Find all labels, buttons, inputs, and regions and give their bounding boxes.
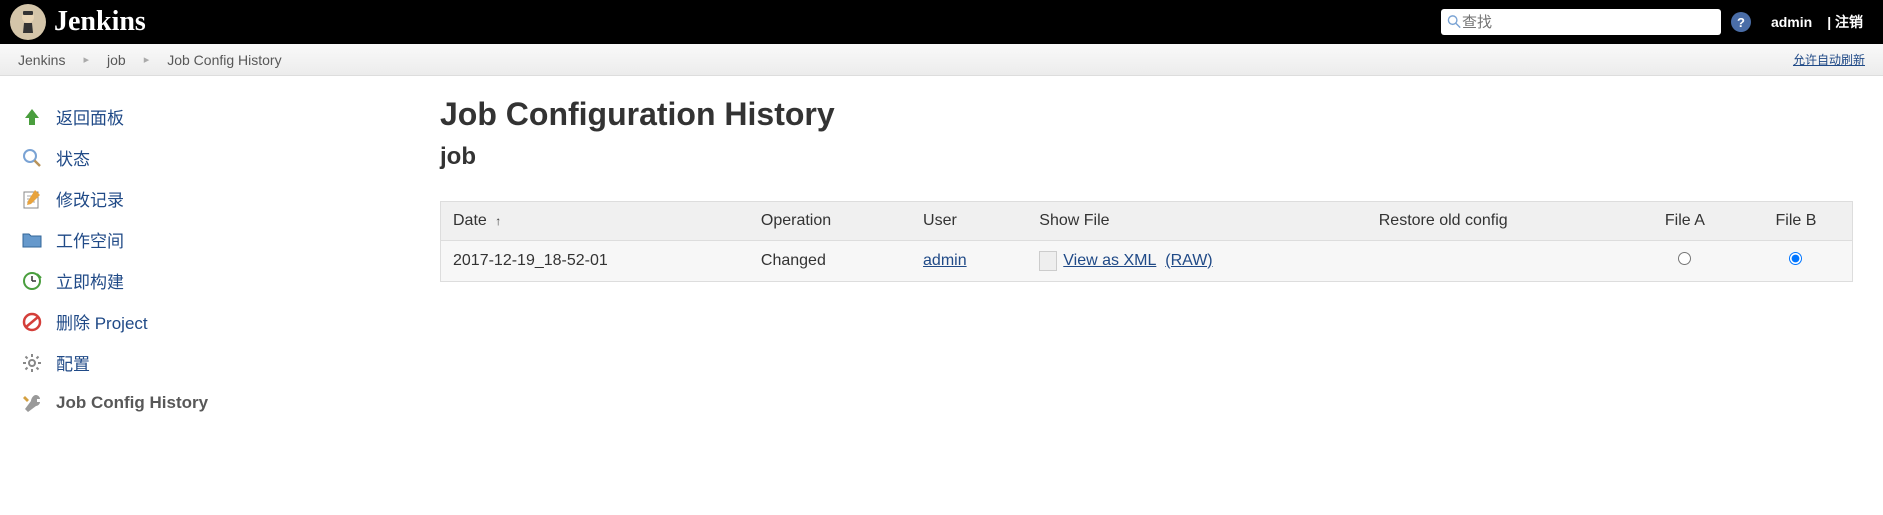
file-icon bbox=[1039, 251, 1057, 271]
cell-file-a bbox=[1630, 241, 1740, 282]
main-area: 返回面板 状态 修改记录 工作空间 立即构建 删除 Project 配置 Jo bbox=[0, 76, 1883, 423]
column-user[interactable]: User bbox=[911, 202, 1027, 241]
search-box[interactable] bbox=[1441, 9, 1721, 35]
breadcrumb-job[interactable]: job bbox=[107, 52, 126, 68]
search-icon bbox=[1447, 14, 1462, 30]
breadcrumb-separator: ▸ bbox=[83, 53, 89, 66]
sidebar-item-changes[interactable]: 修改记录 bbox=[16, 178, 440, 219]
cell-file-b bbox=[1740, 241, 1853, 282]
auto-refresh-link[interactable]: 允许自动刷新 bbox=[1793, 51, 1865, 68]
sidebar-item-label: 配置 bbox=[56, 350, 90, 375]
sidebar-item-job-config-history[interactable]: Job Config History bbox=[16, 383, 440, 423]
gear-icon bbox=[20, 351, 44, 375]
sidebar-item-workspace[interactable]: 工作空间 bbox=[16, 219, 440, 260]
breadcrumb-job-config-history[interactable]: Job Config History bbox=[167, 52, 281, 68]
notepad-icon bbox=[20, 187, 44, 211]
help-icon[interactable]: ? bbox=[1731, 12, 1751, 32]
column-file-a[interactable]: File A bbox=[1630, 202, 1740, 241]
wrench-icon bbox=[20, 391, 44, 415]
folder-icon bbox=[20, 228, 44, 252]
sort-arrow-icon: ↑ bbox=[495, 214, 501, 228]
cell-date: 2017-12-19_18-52-01 bbox=[441, 241, 749, 282]
breadcrumb-jenkins[interactable]: Jenkins bbox=[18, 52, 65, 68]
column-restore[interactable]: Restore old config bbox=[1367, 202, 1630, 241]
sidebar-item-label: Job Config History bbox=[56, 393, 208, 413]
logout-link[interactable]: | 注销 bbox=[1827, 12, 1863, 32]
file-b-radio[interactable] bbox=[1789, 252, 1802, 265]
forbidden-icon bbox=[20, 310, 44, 334]
sidebar-item-dashboard[interactable]: 返回面板 bbox=[16, 96, 440, 137]
user-link[interactable]: admin bbox=[1771, 14, 1812, 30]
sidebar-item-status[interactable]: 状态 bbox=[16, 137, 440, 178]
column-date[interactable]: Date ↑ bbox=[441, 202, 749, 241]
top-header: Jenkins ? admin | 注销 bbox=[0, 0, 1883, 44]
search-input[interactable] bbox=[1462, 14, 1715, 31]
user-link[interactable]: admin bbox=[923, 252, 967, 269]
logo-area[interactable]: Jenkins bbox=[10, 4, 146, 40]
raw-link[interactable]: (RAW) bbox=[1165, 252, 1212, 269]
sidebar-item-label: 工作空间 bbox=[56, 227, 124, 252]
table-row: 2017-12-19_18-52-01 Changed admin View a… bbox=[441, 241, 1853, 282]
history-table: Date ↑ Operation User Show File Restore … bbox=[440, 201, 1853, 282]
sidebar-item-label: 返回面板 bbox=[56, 104, 124, 129]
page-title: Job Configuration History bbox=[440, 96, 1853, 133]
jenkins-title: Jenkins bbox=[54, 6, 146, 38]
sidebar: 返回面板 状态 修改记录 工作空间 立即构建 删除 Project 配置 Jo bbox=[0, 76, 440, 423]
sidebar-item-label: 状态 bbox=[56, 145, 90, 170]
sidebar-item-delete[interactable]: 删除 Project bbox=[16, 301, 440, 342]
clock-icon bbox=[20, 269, 44, 293]
breadcrumb-bar: Jenkins ▸ job ▸ Job Config History 允许自动刷… bbox=[0, 44, 1883, 76]
cell-show-file: View as XML (RAW) bbox=[1027, 241, 1366, 282]
file-a-radio[interactable] bbox=[1678, 252, 1691, 265]
sidebar-item-label: 删除 Project bbox=[56, 309, 148, 334]
sidebar-item-configure[interactable]: 配置 bbox=[16, 342, 440, 383]
column-operation[interactable]: Operation bbox=[749, 202, 911, 241]
cell-restore bbox=[1367, 241, 1630, 282]
jenkins-logo-icon bbox=[10, 4, 46, 40]
view-xml-link[interactable]: View as XML bbox=[1063, 252, 1156, 269]
table-header-row: Date ↑ Operation User Show File Restore … bbox=[441, 202, 1853, 241]
search-icon bbox=[20, 146, 44, 170]
content-area: Job Configuration History job Date ↑ Ope… bbox=[440, 76, 1883, 423]
sidebar-item-label: 修改记录 bbox=[56, 186, 124, 211]
cell-user: admin bbox=[911, 241, 1027, 282]
breadcrumb-separator: ▸ bbox=[144, 53, 150, 66]
sidebar-item-build-now[interactable]: 立即构建 bbox=[16, 260, 440, 301]
column-show-file[interactable]: Show File bbox=[1027, 202, 1366, 241]
cell-operation: Changed bbox=[749, 241, 911, 282]
page-subtitle: job bbox=[440, 143, 1853, 171]
column-file-b[interactable]: File B bbox=[1740, 202, 1853, 241]
up-arrow-icon bbox=[20, 105, 44, 129]
sidebar-item-label: 立即构建 bbox=[56, 268, 124, 293]
